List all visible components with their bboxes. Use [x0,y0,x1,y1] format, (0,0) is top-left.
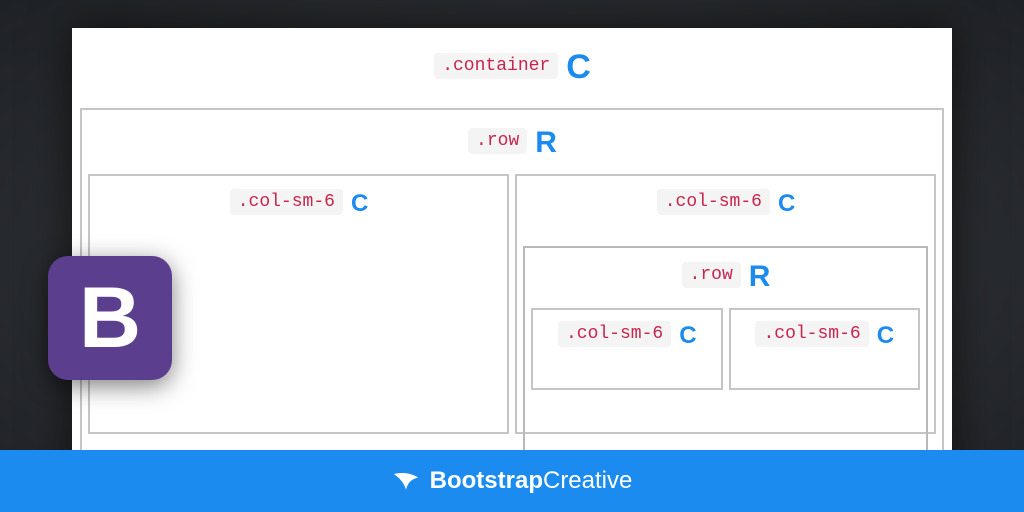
col-right-class: .col-sm-6 [657,189,770,215]
bootstrap-logo-letter: B [79,275,141,361]
diagram-stage: .container C .row R .col-sm-6 C [72,28,952,512]
columns-wrap: .col-sm-6 C .col-sm-6 C .row [82,168,942,440]
container-suffix: C [566,48,590,87]
nested-col-right-suffix: C [877,322,893,350]
footer-brand: BootstrapCreative [430,467,633,495]
wing-icon [392,470,420,492]
nested-row-suffix: R [749,260,770,294]
row-class: .row [468,128,527,154]
nested-col-left-suffix: C [679,322,695,350]
nested-col-right-class: .col-sm-6 [755,321,868,347]
col-right-suffix: C [778,190,794,218]
container-class: .container [434,53,558,79]
footer-bar: BootstrapCreative [0,450,1024,512]
nested-row-box: .row R .col-sm-6 C [523,246,928,472]
col-left-class: .col-sm-6 [230,189,343,215]
footer-brand-rest: Creative [543,467,632,494]
col-left-suffix: C [351,190,367,218]
col-right: .col-sm-6 C .row R .col-sm- [515,174,936,434]
nested-col-right: .col-sm-6 C [729,308,921,390]
nested-col-left-class: .col-sm-6 [558,321,671,347]
nested-cols-wrap: .col-sm-6 C .col-sm-6 C [525,302,926,396]
footer-brand-bold: Bootstrap [430,467,543,494]
nested-row-class: .row [682,262,741,288]
row-suffix: R [535,126,556,160]
bootstrap-logo: B [48,256,172,380]
row-header: .row R [82,124,942,168]
container-box: .container C [72,28,952,99]
nested-col-left: .col-sm-6 C [531,308,723,390]
container-label: .container C [434,46,590,85]
